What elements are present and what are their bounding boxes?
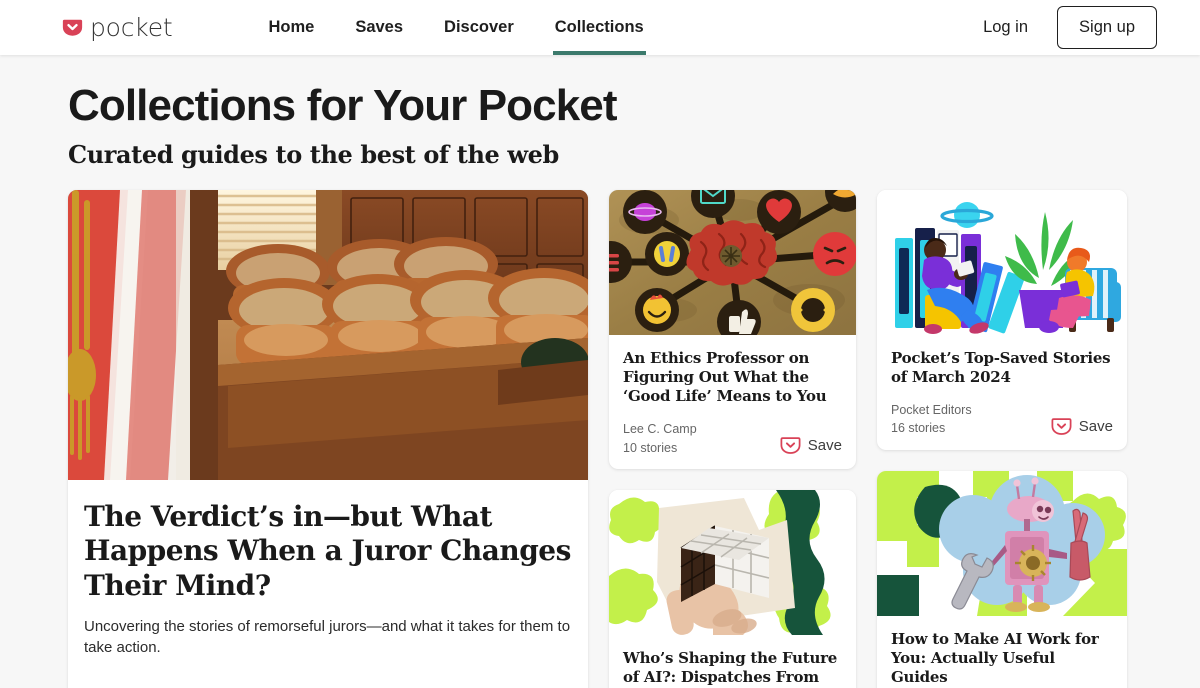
ai-policy-card-image	[609, 489, 856, 635]
top-saved-card-byline: Pocket Editors 16 stories	[891, 401, 972, 437]
collection-card-ai-guides[interactable]: How to Make AI Work for You: Actually Us…	[877, 470, 1127, 688]
ethics-card-title: An Ethics Professor on Figuring Out What…	[623, 349, 827, 406]
account-actions: Log in Sign up	[983, 6, 1157, 49]
pocket-save-icon	[780, 436, 801, 454]
hero-card-image	[68, 190, 588, 481]
collection-card-hero[interactable]: The Verdict’s in—but What Happens When a…	[68, 190, 588, 688]
pocket-save-icon	[1051, 417, 1072, 435]
collections-grid: The Verdict’s in—but What Happens When a…	[68, 190, 1134, 688]
primary-nav-links: Home Saves Discover Collections	[268, 0, 646, 55]
nav-link-discover[interactable]: Discover	[444, 0, 514, 55]
nav-link-home[interactable]: Home	[268, 0, 314, 55]
pocket-logo[interactable]: pocket	[62, 13, 173, 42]
save-button-label-top-saved: Save	[1078, 417, 1113, 435]
collection-card-ethics[interactable]: An Ethics Professor on Figuring Out What…	[609, 190, 856, 469]
ai-guides-card-title: How to Make AI Work for You: Actually Us…	[891, 629, 1099, 686]
ethics-card-byline: Lee C. Camp 10 stories	[623, 420, 697, 456]
nav-link-collections[interactable]: Collections	[552, 0, 646, 55]
hero-card-excerpt: Uncovering the stories of remorseful jur…	[84, 617, 571, 657]
ethics-card-body: An Ethics Professor on Figuring Out What…	[609, 335, 856, 468]
collection-card-ai-policy[interactable]: Who’s Shaping the Future of AI?: Dispatc…	[609, 489, 856, 688]
hero-card-title: The Verdict’s in—but What Happens When a…	[84, 500, 571, 602]
top-navigation-bar: pocket Home Saves Discover Collections L…	[0, 0, 1200, 55]
ethics-card-story-count: 10 stories	[623, 440, 678, 455]
page-title: Collections for Your Pocket	[68, 81, 618, 130]
grid-column-right: Pocket’s Top-Saved Stories of March 2024…	[877, 190, 1127, 688]
pocket-wordmark: pocket	[90, 13, 173, 42]
top-saved-card-meta: Pocket Editors 16 stories Save	[891, 401, 1113, 437]
ethics-card-author: Lee C. Camp	[623, 422, 697, 437]
ai-guides-card-body: How to Make AI Work for You: Actually Us…	[877, 616, 1127, 688]
top-saved-card-author: Pocket Editors	[891, 403, 972, 418]
hero-card-body: The Verdict’s in—but What Happens When a…	[68, 480, 588, 677]
signup-button[interactable]: Sign up	[1057, 6, 1157, 49]
pocket-shield-icon	[62, 19, 83, 36]
ai-guides-card-image	[877, 470, 1127, 616]
ai-policy-card-title: Who’s Shaping the Future of AI?: Dispatc…	[623, 648, 838, 688]
save-button-ethics[interactable]: Save	[780, 435, 842, 457]
save-button-top-saved[interactable]: Save	[1051, 416, 1113, 438]
page-header: Collections for Your Pocket Curated guid…	[0, 55, 1200, 169]
top-saved-card-title: Pocket’s Top-Saved Stories of March 2024	[891, 349, 1111, 387]
page-subtitle: Curated guides to the best of the web	[68, 140, 559, 170]
collection-card-top-saved[interactable]: Pocket’s Top-Saved Stories of March 2024…	[877, 190, 1127, 450]
save-button-label-ethics: Save	[807, 436, 842, 454]
nav-link-saves[interactable]: Saves	[355, 0, 403, 55]
login-link[interactable]: Log in	[983, 18, 1028, 37]
top-saved-card-story-count: 16 stories	[891, 421, 946, 436]
top-saved-card-body: Pocket’s Top-Saved Stories of March 2024…	[877, 335, 1127, 449]
top-saved-card-image	[877, 190, 1127, 336]
ai-policy-card-body: Who’s Shaping the Future of AI?: Dispatc…	[609, 635, 856, 688]
ethics-card-image	[609, 190, 856, 336]
grid-column-middle: An Ethics Professor on Figuring Out What…	[609, 190, 856, 688]
ethics-card-meta: Lee C. Camp 10 stories Save	[623, 420, 842, 456]
